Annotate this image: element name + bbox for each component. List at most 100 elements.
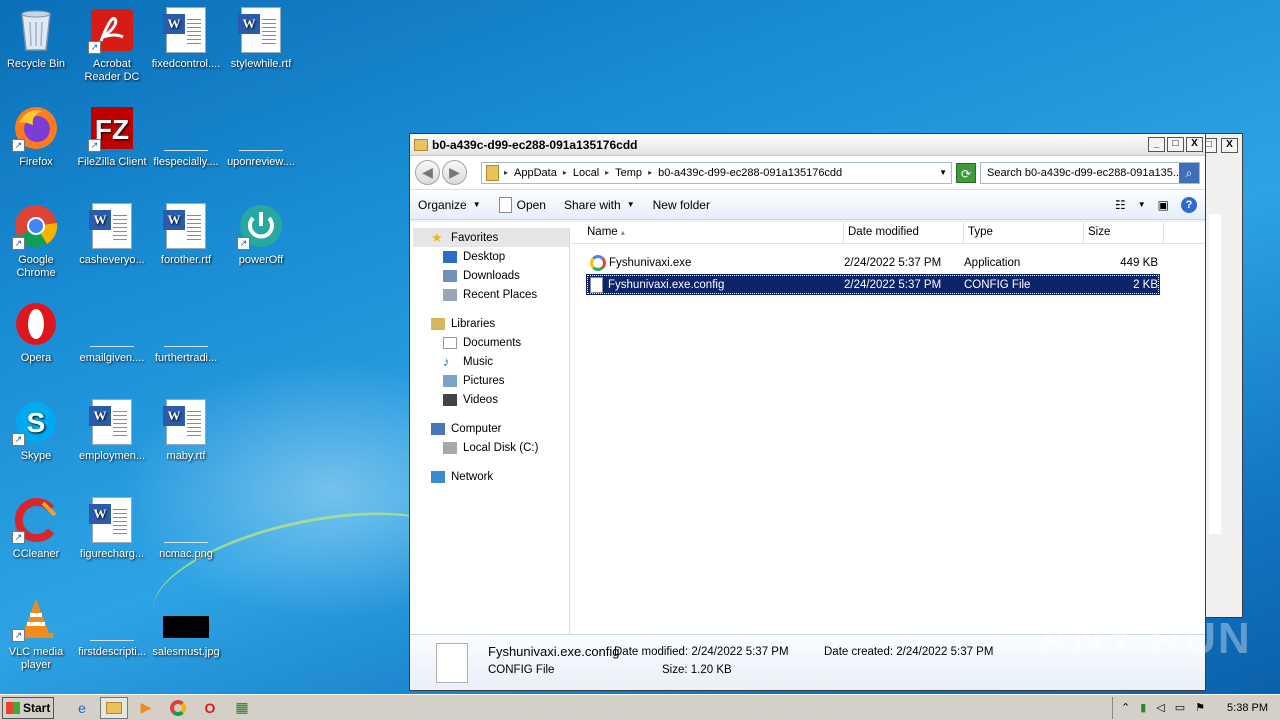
pictures-icon (443, 374, 457, 387)
breadcrumb-appdata[interactable]: AppData (514, 167, 557, 179)
new-folder-button[interactable]: New folder (653, 198, 710, 212)
desktop-icon-label: CCleaner (12, 548, 60, 560)
desktop-icon-emailgiven[interactable]: emailgiven.... (74, 300, 150, 365)
nav-libraries[interactable]: Libraries (413, 314, 569, 333)
file-date: 2/24/2022 5:37 PM (844, 278, 942, 291)
nav-documents[interactable]: Documents (413, 333, 569, 352)
desktop-icon-acrobat[interactable]: ↗ Acrobat Reader DC (74, 6, 150, 84)
network-icon (431, 470, 445, 483)
minimize-button[interactable]: _ (1148, 137, 1165, 152)
maximize-button[interactable]: □ (1167, 137, 1184, 152)
view-options-icon[interactable]: ☷ (1115, 198, 1126, 212)
column-headers: Name ▴ Date modified Type Size (572, 222, 1205, 244)
desktop-icon-furthertradi[interactable]: furthertradi... (148, 300, 224, 365)
desktop-icon-label: Skype (20, 450, 52, 462)
desktop-icon-poweroff[interactable]: ↗ powerOff (223, 202, 299, 267)
refresh-button[interactable]: ⟳ (956, 162, 976, 183)
taskbar: Start e ▶ O ▦ ⌃ ▮ ◁ ▭ ⚑ 5:38 PM (0, 694, 1280, 720)
media-player-icon[interactable]: ▶ (132, 697, 160, 719)
power-icon[interactable]: ▭ (1175, 701, 1185, 714)
address-bar[interactable]: ▸ AppData ▸ Local ▸ Temp ▸ b0-a439c-d99-… (481, 161, 952, 184)
opera-taskbar-icon[interactable]: O (196, 697, 224, 719)
start-button[interactable]: Start (2, 696, 54, 719)
clock[interactable]: 5:38 PM (1227, 702, 1268, 714)
desktop-icon-ccleaner[interactable]: ↗ CCleaner (0, 496, 74, 561)
blank-file-icon (88, 300, 136, 348)
tray-expand-icon[interactable]: ⌃ (1121, 701, 1130, 714)
desktop-icon-fixedcontrol[interactable]: W fixedcontrol.... (148, 6, 224, 71)
desktop-icon-casheveryo[interactable]: W casheveryo... (74, 202, 150, 267)
organize-button[interactable]: Organize ▼ (418, 198, 481, 212)
breadcrumb-local[interactable]: Local (573, 167, 599, 179)
nav-pictures[interactable]: Pictures (413, 371, 569, 390)
nav-label: Network (451, 470, 494, 483)
nav-videos[interactable]: Videos (413, 390, 569, 409)
open-button[interactable]: Open (498, 196, 546, 213)
nav-computer[interactable]: Computer (413, 419, 569, 438)
explorer-taskbar-icon[interactable] (100, 696, 128, 719)
desktop-icon-flespecially[interactable]: flespecially.... (148, 104, 224, 169)
breadcrumb-current-folder[interactable]: b0-a439c-d99-ec288-091a135176cdd (658, 167, 842, 179)
desktop-icon-figurecharg[interactable]: W figurecharg... (74, 496, 150, 561)
chrome-taskbar-icon[interactable] (164, 697, 192, 719)
forward-button[interactable]: ▶ (442, 160, 467, 185)
help-icon[interactable]: ? (1181, 196, 1197, 213)
search-input[interactable]: Search b0-a439c-d99-ec288-091a135... ⌕ (980, 161, 1200, 184)
share-with-button[interactable]: Share with ▼ (564, 198, 635, 212)
desktop-icon-google-chrome[interactable]: ↗ Google Chrome (0, 202, 74, 280)
desktop-icon-firefox[interactable]: ↗ Firefox (0, 104, 74, 169)
address-dropdown-icon[interactable]: ▼ (939, 168, 947, 177)
word-document-icon: W (88, 398, 136, 446)
chevron-down-icon[interactable]: ▼ (1138, 200, 1146, 209)
nav-desktop[interactable]: Desktop (413, 247, 569, 266)
file-name: Fyshunivaxi.exe.config (608, 278, 725, 291)
nav-label: Local Disk (C:) (463, 441, 539, 454)
close-button[interactable]: X (1186, 137, 1203, 152)
nav-favorites[interactable]: ★ Favorites (413, 228, 569, 247)
desktop-icon-forother[interactable]: W forother.rtf (148, 202, 224, 267)
desktop-icon-opera[interactable]: Opera (0, 300, 74, 365)
file-row[interactable]: Fyshunivaxi.exe 2/24/2022 5:37 PM Applic… (586, 252, 1160, 273)
desktop-icon-label: Google Chrome (16, 254, 56, 279)
back-button[interactable]: ◀ (415, 160, 440, 185)
file-name: Fyshunivaxi.exe (609, 256, 692, 269)
nav-network[interactable]: Network (413, 467, 569, 486)
nav-recent-places[interactable]: Recent Places (413, 285, 569, 304)
desktop-icon-uponreview[interactable]: uponreview.... (223, 104, 299, 169)
title-bar[interactable]: b0-a439c-d99-ec288-091a135176cdd _ □ X (410, 134, 1205, 156)
desktop-icon-maby[interactable]: W maby.rtf (148, 398, 224, 463)
column-type[interactable]: Type (964, 222, 1084, 243)
network-status-icon[interactable]: ▮ (1140, 701, 1146, 714)
desktop-icon-vlc[interactable]: ↗ VLC media player (0, 594, 74, 672)
file-row-selected[interactable]: Fyshunivaxi.exe.config 2/24/2022 5:37 PM… (586, 274, 1160, 295)
file-size: 2 KB (1133, 278, 1158, 291)
desktop-icon-label: firstdescripti... (78, 646, 146, 658)
nav-label: Pictures (463, 374, 505, 387)
column-size[interactable]: Size (1084, 222, 1164, 243)
desktop-icon-salesmust[interactable]: salesmust.jpg (148, 594, 224, 659)
background-close-button[interactable]: X (1221, 138, 1238, 153)
desktop-icon-employmen[interactable]: W employmen... (74, 398, 150, 463)
search-icon[interactable]: ⌕ (1179, 162, 1199, 183)
desktop-icon-ncmac[interactable]: ncmac.png (148, 496, 224, 561)
file-icon (498, 196, 512, 213)
desktop-icon-firstdescripti[interactable]: firstdescripti... (74, 594, 150, 659)
windows-logo-icon (6, 701, 20, 714)
desktop-icon-filezilla[interactable]: FZ ↗ FileZilla Client (74, 104, 150, 169)
nav-downloads[interactable]: Downloads (413, 266, 569, 285)
flag-icon[interactable]: ⚑ (1195, 701, 1205, 714)
desktop-icon-skype[interactable]: S ↗ Skype (0, 398, 74, 463)
internet-explorer-icon[interactable]: e (68, 697, 96, 719)
speaker-icon[interactable]: ◁ (1156, 701, 1164, 714)
desktop-icon-recycle-bin[interactable]: Recycle Bin (0, 6, 74, 71)
folder-icon (486, 164, 499, 181)
column-name[interactable]: Name ▴ (572, 222, 844, 243)
column-date-modified[interactable]: Date modified (844, 222, 964, 243)
explorer-window[interactable]: b0-a439c-d99-ec288-091a135176cdd _ □ X ◀… (409, 133, 1206, 691)
preview-pane-icon[interactable]: ▣ (1158, 198, 1169, 212)
nav-music[interactable]: ♪ Music (413, 352, 569, 371)
breadcrumb-temp[interactable]: Temp (615, 167, 642, 179)
task-manager-icon[interactable]: ▦ (228, 697, 256, 719)
nav-local-disk[interactable]: Local Disk (C:) (413, 438, 569, 457)
desktop-icon-stylewhile[interactable]: W stylewhile.rtf (223, 6, 299, 71)
